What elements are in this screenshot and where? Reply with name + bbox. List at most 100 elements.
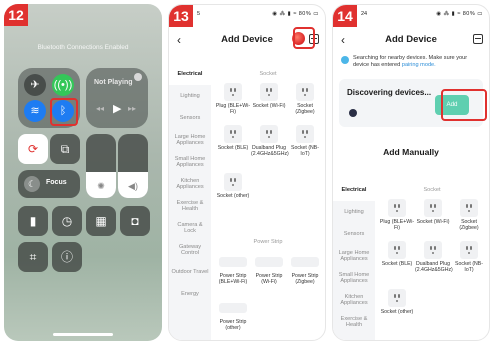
category-item[interactable]: Lighting: [333, 201, 375, 223]
media-tile: Not Playing ◂◂ ▶ ▸▸: [86, 68, 148, 128]
socket-icon: [460, 199, 478, 217]
power-strip-icon: [219, 257, 247, 267]
section-title-socket: Socket: [259, 71, 277, 77]
airplay-icon[interactable]: [134, 73, 142, 81]
wifi-icon[interactable]: ≋: [24, 100, 46, 122]
device-item[interactable]: Socket (other): [215, 173, 251, 199]
brightness-icon: ✺: [97, 181, 105, 191]
category-item[interactable]: Exercise & Health: [333, 311, 375, 333]
step-badge: 13: [169, 5, 193, 27]
socket-icon: [424, 241, 442, 259]
device-item[interactable]: Plug (BLE+Wi-Fi): [379, 199, 415, 231]
timer-icon[interactable]: ◷: [52, 206, 82, 236]
cellular-data-icon[interactable]: ((•)): [52, 74, 74, 96]
step-badge: 14: [333, 5, 357, 27]
next-track-icon[interactable]: ▸▸: [128, 104, 136, 113]
previous-track-icon[interactable]: ◂◂: [96, 104, 104, 113]
socket-icon: [224, 125, 242, 143]
socket-icon: [260, 83, 278, 101]
calculator-icon[interactable]: ▦: [86, 206, 116, 236]
search-info: Searching for nearby devices. Make sure …: [341, 55, 483, 69]
bluetooth-search-icon: [341, 56, 349, 64]
socket-icon: [296, 83, 314, 101]
category-item[interactable]: Electrical: [169, 63, 211, 85]
category-item[interactable]: Lighting: [169, 85, 211, 107]
device-item[interactable]: Power Strip (Zigbee): [287, 253, 323, 285]
category-item[interactable]: Small Home Appliances: [169, 151, 211, 173]
section-title-power-strip: Power Strip: [253, 239, 283, 245]
status-bar: 24 ◉ ⁂ ▮ ≈ 80% ▭: [361, 11, 483, 19]
category-list: Electrical Lighting Sensors Large Home A…: [169, 63, 211, 340]
volume-icon: ◀): [128, 181, 138, 191]
focus-button[interactable]: ☾ Focus: [18, 170, 80, 198]
device-item[interactable]: Socket (other): [379, 289, 415, 315]
device-item[interactable]: Plug (BLE+Wi-Fi): [215, 83, 251, 115]
add-manually-title: Add Manually: [383, 147, 439, 157]
socket-icon: [388, 241, 406, 259]
socket-icon: [296, 125, 314, 143]
power-strip-icon: [219, 303, 247, 313]
category-item[interactable]: Gateway Control: [169, 239, 211, 261]
screen-mirroring-icon[interactable]: ⧉: [50, 134, 80, 164]
add-device-discovering-screen: 14 24 ◉ ⁂ ▮ ≈ 80% ▭ ‹ Add Device Searchi…: [332, 4, 490, 341]
section-title-socket: Socket: [423, 187, 441, 193]
bluetooth-banner: Bluetooth Connections Enabled: [37, 44, 129, 51]
pairing-mode-link[interactable]: pairing mode.: [402, 62, 436, 68]
device-item[interactable]: Socket (Wi-Fi): [251, 83, 287, 109]
power-strip-icon: [291, 257, 319, 267]
category-item[interactable]: Outdoor Travel: [169, 261, 211, 283]
socket-icon: [424, 199, 442, 217]
device-item[interactable]: Power Strip (Wi-Fi): [251, 253, 287, 285]
category-item[interactable]: Large Home Appliances: [169, 129, 211, 151]
scan-icon[interactable]: [473, 34, 483, 44]
status-icons: ◉ ⁂ ▮ ≈ 80% ▭: [436, 11, 483, 17]
code-scanner-icon[interactable]: ⌗: [18, 242, 48, 272]
accessibility-icon[interactable]: ⓘ: [52, 242, 82, 272]
status-icons: ◉ ⁂ ▮ ≈ 80% ▭: [272, 11, 319, 17]
category-item[interactable]: Exercise & Health: [169, 195, 211, 217]
brightness-slider[interactable]: ✺: [86, 134, 116, 198]
socket-icon: [460, 241, 478, 259]
discovering-title: Discovering devices...: [347, 88, 432, 97]
category-item[interactable]: Electrical: [333, 179, 375, 201]
device-item[interactable]: Socket (BLE): [215, 125, 251, 151]
category-item[interactable]: Sensors: [333, 223, 375, 245]
socket-icon: [224, 173, 242, 191]
page-title: Add Device: [385, 34, 437, 45]
play-icon[interactable]: ▶: [113, 102, 121, 115]
rotation-lock-icon[interactable]: ⟳: [18, 134, 48, 164]
status-bar: 5 ◉ ⁂ ▮ ≈ 80% ▭: [197, 11, 319, 19]
category-item[interactable]: Sensors: [169, 107, 211, 129]
add-device-screen: 13 5 ◉ ⁂ ▮ ≈ 80% ▭ ‹ Add Device Electric…: [168, 4, 326, 341]
category-item[interactable]: Camera & Lock: [169, 217, 211, 239]
bluetooth-highlight: [50, 98, 78, 126]
power-strip-icon: [255, 257, 283, 267]
category-item[interactable]: Kitchen Appliances: [333, 289, 375, 311]
status-time: 5: [197, 11, 201, 17]
device-item[interactable]: Socket (NB-IoT): [451, 241, 487, 273]
camera-icon[interactable]: ◘: [120, 206, 150, 236]
device-item[interactable]: Dualband Plug (2.4GHz&5GHz): [251, 125, 289, 157]
device-item[interactable]: Power Strip (BLE+Wi-Fi): [215, 253, 251, 285]
flashlight-icon[interactable]: ▮: [18, 206, 48, 236]
device-item[interactable]: Socket (Zigbee): [287, 83, 323, 115]
device-item[interactable]: Dualband Plug (2.4GHz&5GHz): [415, 241, 453, 273]
now-playing-label: Not Playing: [94, 79, 133, 86]
device-item[interactable]: Socket (Zigbee): [451, 199, 487, 231]
device-grid: Socket Plug (BLE+Wi-Fi) Socket (Wi-Fi) S…: [211, 63, 325, 340]
add-button-highlight: [441, 89, 487, 121]
socket-icon: [224, 83, 242, 101]
socket-icon: [388, 199, 406, 217]
category-item[interactable]: Small Home Appliances: [333, 267, 375, 289]
step-badge: 12: [4, 4, 28, 26]
device-item[interactable]: Socket (Wi-Fi): [415, 199, 451, 225]
volume-slider[interactable]: ◀): [118, 134, 148, 198]
device-item[interactable]: Socket (BLE): [379, 241, 415, 267]
airplane-mode-icon[interactable]: ✈: [24, 74, 46, 96]
category-item[interactable]: Large Home Appliances: [333, 245, 375, 267]
category-item[interactable]: Kitchen Appliances: [169, 173, 211, 195]
category-item[interactable]: Energy: [169, 283, 211, 305]
moon-icon: ☾: [24, 176, 40, 192]
device-item[interactable]: Power Strip (other): [215, 299, 251, 331]
device-item[interactable]: Socket (NB-IoT): [287, 125, 323, 157]
